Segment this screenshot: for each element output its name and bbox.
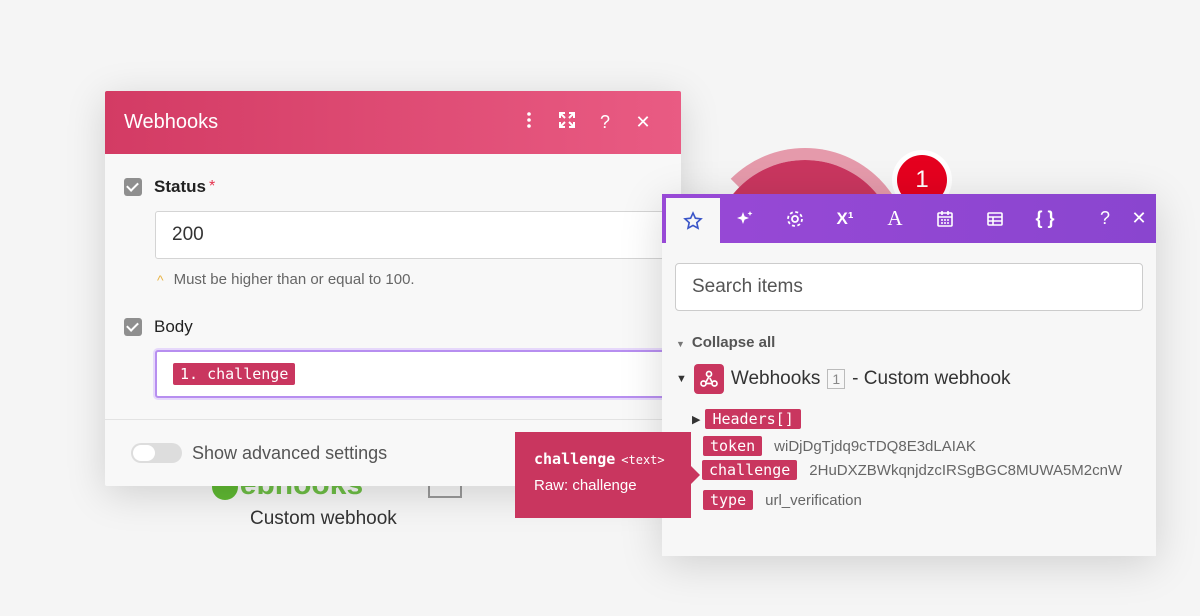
braces-icon[interactable]: { } (1020, 194, 1070, 243)
module-name: Webhooks (730, 368, 821, 389)
sparkle-icon[interactable] (720, 194, 770, 243)
dialog-title: Webhooks (124, 111, 219, 133)
status-label: Status (154, 177, 206, 196)
text-icon[interactable]: A (870, 194, 920, 243)
chevron-up-icon: ^ (157, 271, 164, 288)
module-tree-root[interactable]: ▼ Webhooks 1 - Custom webhook (676, 364, 1011, 394)
status-field-row: Status * (124, 177, 215, 197)
webhook-icon (693, 364, 724, 394)
module-suffix: - Custom webhook (852, 368, 1011, 389)
module-number: 1 (827, 369, 846, 389)
collapse-all-label: Collapse all (691, 334, 776, 351)
item-value: url_verification (765, 491, 862, 509)
list-item[interactable]: type url_verification (703, 490, 862, 510)
divider (105, 419, 681, 420)
status-value: 200 (172, 224, 204, 245)
advanced-settings-label: Show advanced settings (192, 443, 388, 463)
item-key[interactable]: challenge (702, 460, 798, 480)
mapping-toolbar: X¹ A { } ? ✕ (662, 194, 1156, 243)
status-hint: ^ Must be higher than or equal to 100. (157, 271, 415, 288)
item-tooltip: challenge <text> Raw: challenge (515, 432, 700, 518)
dialog-header: Webhooks ? ✕ (105, 91, 681, 154)
list-item[interactable]: token wiDjDgTjdq9cTDQ8E3dLAIAK (703, 436, 976, 456)
more-vertical-icon[interactable] (510, 111, 548, 134)
triangle-down-icon: ▼ (676, 373, 687, 385)
close-icon[interactable]: ✕ (1122, 194, 1156, 243)
help-icon[interactable]: ? (1088, 194, 1122, 243)
webhooks-dialog: Webhooks ? ✕ Status * 200 ^ Must be high… (105, 91, 681, 486)
status-checkbox[interactable] (124, 178, 142, 196)
advanced-settings-toggle[interactable] (131, 443, 182, 463)
list-item[interactable]: ▶ Headers[] (692, 409, 813, 429)
body-input[interactable]: 1. challenge (155, 350, 665, 398)
superscript-icon[interactable]: X¹ (820, 194, 870, 243)
help-icon[interactable]: ? (586, 112, 624, 133)
status-input[interactable]: 200 (155, 211, 665, 259)
item-key[interactable]: type (703, 490, 754, 510)
item-key[interactable]: token (703, 436, 763, 456)
close-icon[interactable]: ✕ (624, 112, 662, 133)
node-subtitle: Custom webhook (250, 508, 397, 529)
search-input[interactable]: Search items (675, 263, 1143, 311)
item-value: 2HuDXZBWkqnjdzcIRSgBGC8MUWA5M2cnW (809, 461, 1123, 479)
body-field-row: Body (124, 317, 193, 337)
list-item[interactable]: challenge 2HuDXZBWkqnjdzcIRSgBGC8MUWA5M2… (702, 460, 1142, 484)
body-label: Body (154, 317, 193, 336)
gear-icon[interactable] (770, 194, 820, 243)
item-value: wiDjDgTjdq9cTDQ8E3dLAIAK (774, 437, 976, 455)
table-icon[interactable] (970, 194, 1020, 243)
item-key[interactable]: Headers[] (705, 409, 801, 429)
required-mark: * (208, 178, 216, 195)
toggle-knob (133, 445, 155, 461)
tooltip-name: challenge (534, 450, 616, 468)
calendar-icon[interactable] (920, 194, 970, 243)
collapse-all-button[interactable]: ▼ Collapse all (676, 334, 775, 351)
tooltip-type: <text> (621, 453, 665, 467)
tooltip-raw: Raw: challenge (534, 477, 637, 494)
body-checkbox[interactable] (124, 318, 142, 336)
expand-icon[interactable] (548, 111, 586, 134)
mapped-item-pill[interactable]: 1. challenge (173, 363, 296, 385)
mapping-panel: X¹ A { } ? ✕ Search items ▼ Collapse all … (662, 194, 1156, 556)
search-placeholder: Search items (692, 276, 803, 297)
hint-text: Must be higher than or equal to 100. (173, 271, 415, 288)
star-icon[interactable] (666, 198, 720, 243)
triangle-right-icon: ▶ (692, 413, 701, 426)
triangle-down-icon: ▼ (676, 339, 685, 349)
